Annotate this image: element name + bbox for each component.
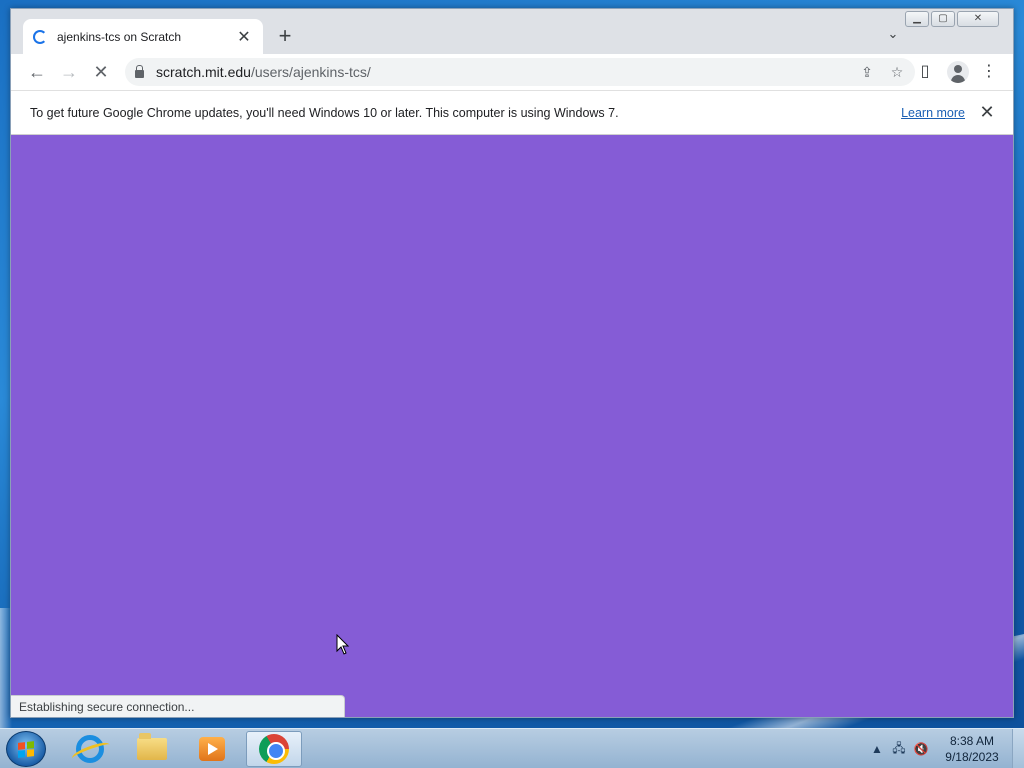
bookmark-star-icon[interactable]: ☆ [887, 62, 907, 82]
internet-explorer-icon [76, 735, 104, 763]
taskbar: ▲ 🖧 🔇 8:38 AM 9/18/2023 [0, 728, 1024, 768]
chrome-icon [259, 734, 289, 764]
tab-strip: ajenkins-tcs on Scratch ✕ + ⌄ ▁ ▢ ✕ [11, 9, 1013, 54]
start-button[interactable] [6, 731, 46, 767]
taskbar-app-internet-explorer[interactable] [62, 731, 118, 767]
new-tab-button[interactable]: + [273, 24, 297, 48]
status-bubble: Establishing secure connection... [11, 695, 345, 717]
profile-avatar-icon[interactable] [947, 61, 969, 83]
share-icon[interactable]: ⇪ [857, 62, 877, 82]
infobar-close-icon[interactable]: ✕ [977, 102, 997, 123]
side-panel-icon[interactable]: ▯ [913, 60, 937, 84]
maximize-button[interactable]: ▢ [931, 11, 955, 27]
update-infobar: To get future Google Chrome updates, you… [11, 90, 1013, 135]
chrome-window: ajenkins-tcs on Scratch ✕ + ⌄ ▁ ▢ ✕ ← → … [10, 8, 1014, 718]
address-bar[interactable]: scratch.mit.edu/users/ajenkins-tcs/ ⇪ ☆ [125, 58, 915, 86]
taskbar-app-explorer[interactable] [124, 731, 180, 767]
network-icon[interactable]: 🖧 [888, 739, 910, 760]
forward-button[interactable]: → [57, 60, 81, 84]
volume-muted-icon[interactable]: 🔇 [910, 742, 932, 756]
tab-search-button[interactable]: ⌄ [883, 26, 903, 46]
close-window-button[interactable]: ✕ [957, 11, 999, 27]
lock-icon[interactable] [135, 65, 144, 78]
minimize-button[interactable]: ▁ [905, 11, 929, 27]
back-button[interactable]: ← [25, 60, 49, 84]
system-tray: ▲ 🖧 🔇 8:38 AM 9/18/2023 [866, 729, 1024, 768]
window-controls: ▁ ▢ ✕ [905, 11, 999, 27]
clock-time: 8:38 AM [949, 734, 995, 748]
tab-close-icon[interactable]: ✕ [235, 27, 253, 47]
browser-toolbar: ← → ✕ scratch.mit.edu/users/ajenkins-tcs… [11, 54, 1013, 90]
loading-spinner-icon [33, 29, 47, 44]
tab-active[interactable]: ajenkins-tcs on Scratch ✕ [23, 19, 263, 54]
learn-more-link[interactable]: Learn more [901, 106, 965, 120]
clock[interactable]: 8:38 AM 9/18/2023 [932, 733, 1012, 765]
chrome-menu-icon[interactable]: ⋮ [977, 60, 1001, 84]
taskbar-app-chrome[interactable] [246, 731, 302, 767]
mouse-cursor-icon [336, 634, 350, 655]
clock-date: 9/18/2023 [945, 750, 999, 764]
taskbar-app-media-player[interactable] [184, 731, 240, 767]
folder-icon [137, 733, 167, 760]
infobar-message: To get future Google Chrome updates, you… [30, 105, 619, 120]
url-path: /users/ajenkins-tcs/ [250, 64, 371, 80]
show-desktop-button[interactable] [1012, 729, 1024, 768]
tab-title: ajenkins-tcs on Scratch [57, 29, 182, 44]
media-player-icon [199, 737, 225, 761]
stop-loading-button[interactable]: ✕ [89, 60, 113, 84]
show-hidden-icons-icon[interactable]: ▲ [866, 742, 888, 756]
url-host: scratch.mit.edu [156, 64, 251, 80]
page-viewport[interactable]: Establishing secure connection... [11, 135, 1013, 717]
